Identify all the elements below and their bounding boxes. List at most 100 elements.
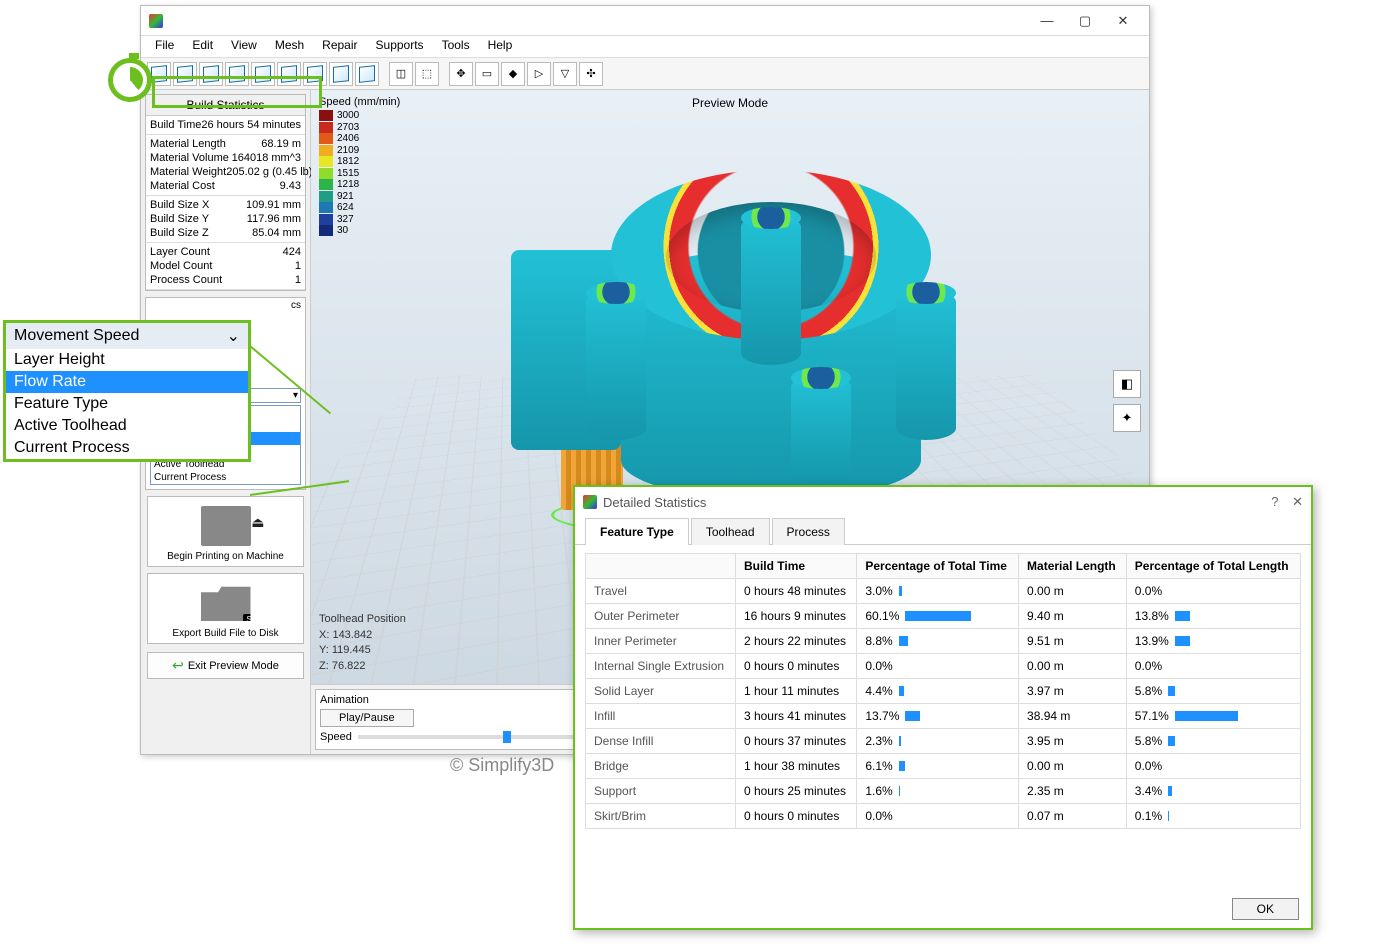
- menu-tools[interactable]: Tools: [434, 36, 478, 57]
- view-mode-button[interactable]: ⬚: [415, 62, 439, 86]
- coloring-option[interactable]: Feature Type: [6, 393, 248, 415]
- view-preset-button[interactable]: [277, 62, 301, 86]
- build-statistics-panel: Build Statistics Build Time26 hours 54 m…: [145, 94, 306, 291]
- legend-entry: 624: [319, 202, 400, 214]
- axes-indicator-icon[interactable]: ✦: [1113, 404, 1141, 432]
- titlebar: — ▢ ✕: [141, 6, 1149, 36]
- stat-build-time-value: 26 hours 54 minutes: [201, 119, 301, 131]
- chevron-down-icon: ▾: [293, 390, 298, 401]
- export-build-file-button[interactable]: SD Export Build File to Disk: [147, 573, 304, 644]
- legend-entry: 2703: [319, 122, 400, 134]
- view-preset-button[interactable]: [173, 62, 197, 86]
- play-pause-button[interactable]: Play/Pause: [320, 709, 414, 727]
- menu-view[interactable]: View: [223, 36, 265, 57]
- table-row: Bridge1 hour 38 minutes6.1%0.00 m0.0%: [586, 754, 1301, 779]
- viewport-widgets: ◧ ✦: [1113, 370, 1141, 432]
- menu-file[interactable]: File: [147, 36, 182, 57]
- view-preset-button[interactable]: [303, 62, 327, 86]
- model-pillar: [586, 290, 646, 440]
- legend-entry: 1515: [319, 168, 400, 180]
- stat-build-time-label: Build Time: [150, 119, 201, 131]
- tab-feature-type[interactable]: Feature Type: [585, 518, 689, 545]
- coloring-option[interactable]: Current Process: [6, 437, 248, 459]
- minimize-button[interactable]: —: [1029, 9, 1065, 33]
- tab-process[interactable]: Process: [772, 518, 845, 545]
- view-preset-button[interactable]: [225, 62, 249, 86]
- menu-mesh[interactable]: Mesh: [267, 36, 312, 57]
- tool-button[interactable]: ✣: [579, 62, 603, 86]
- table-row: Support0 hours 25 minutes1.6%2.35 m3.4%: [586, 779, 1301, 804]
- coloring-panel-label-fragment: cs: [291, 300, 301, 311]
- app-icon: [149, 14, 163, 28]
- tool-button[interactable]: ▭: [475, 62, 499, 86]
- speed-legend: Speed (mm/min) 3000270324062109181215151…: [319, 96, 400, 237]
- toolhead-position: Toolhead Position X: 143.842 Y: 119.445 …: [319, 612, 406, 674]
- tool-button[interactable]: ▷: [527, 62, 551, 86]
- table-row: Dense Infill0 hours 37 minutes2.3%3.95 m…: [586, 729, 1301, 754]
- maximize-button[interactable]: ▢: [1067, 9, 1103, 33]
- view-preset-button[interactable]: [199, 62, 223, 86]
- view-preset-button[interactable]: [329, 62, 353, 86]
- tool-button[interactable]: ◆: [501, 62, 525, 86]
- coloring-option[interactable]: Current Process: [151, 471, 300, 484]
- menu-help[interactable]: Help: [480, 36, 521, 57]
- ok-button[interactable]: OK: [1232, 898, 1299, 920]
- close-button[interactable]: ✕: [1105, 9, 1141, 33]
- model-preview: [491, 160, 971, 540]
- preview-mode-label: Preview Mode: [692, 96, 768, 110]
- legend-entry: 30: [319, 225, 400, 237]
- model-pillar: [896, 290, 956, 440]
- table-row: Infill3 hours 41 minutes13.7%38.94 m57.1…: [586, 704, 1301, 729]
- exit-preview-button[interactable]: ↩ Exit Preview Mode: [147, 652, 304, 679]
- dialog-close-button[interactable]: ✕: [1292, 494, 1303, 509]
- view-preset-button[interactable]: [355, 62, 379, 86]
- coloring-option[interactable]: Active Toolhead: [6, 415, 248, 437]
- coloring-dropdown-callout: Movement Speed ⌄ Layer HeightFlow RateFe…: [3, 320, 251, 462]
- begin-printing-button[interactable]: Begin Printing on Machine: [147, 496, 304, 567]
- slider-thumb[interactable]: [503, 731, 511, 743]
- tool-button[interactable]: ▽: [553, 62, 577, 86]
- legend-entry: 2406: [319, 133, 400, 145]
- build-statistics-title: Build Statistics: [146, 95, 305, 116]
- table-row: Skirt/Brim0 hours 0 minutes0.0%0.07 m0.1…: [586, 804, 1301, 829]
- stopwatch-icon: [108, 58, 158, 108]
- coloring-option[interactable]: Flow Rate: [6, 371, 248, 393]
- coloring-option[interactable]: Layer Height: [6, 349, 248, 371]
- chevron-down-icon: ⌄: [227, 326, 240, 346]
- table-row: Outer Perimeter16 hours 9 minutes60.1%9.…: [586, 604, 1301, 629]
- tab-toolhead[interactable]: Toolhead: [691, 518, 770, 545]
- legend-entry: 1218: [319, 179, 400, 191]
- app-icon: [583, 495, 597, 509]
- model-pillar: [741, 215, 801, 365]
- menu-edit[interactable]: Edit: [184, 36, 221, 57]
- sd-badge: SD: [243, 614, 260, 625]
- feature-type-table: Build TimePercentage of Total TimeMateri…: [585, 553, 1301, 829]
- dialog-tabs: Feature TypeToolheadProcess: [575, 517, 1311, 545]
- legend-entry: 2109: [319, 145, 400, 157]
- view-preset-button[interactable]: [251, 62, 275, 86]
- menu-supports[interactable]: Supports: [368, 36, 432, 57]
- back-arrow-icon: ↩: [172, 657, 184, 674]
- legend-entry: 3000: [319, 110, 400, 122]
- dialog-help-button[interactable]: ?: [1271, 494, 1278, 509]
- menubar: FileEditViewMeshRepairSupportsToolsHelp: [141, 36, 1149, 58]
- legend-entry: 327: [319, 214, 400, 226]
- view-cube-icon[interactable]: ◧: [1113, 370, 1141, 398]
- coloring-dropdown-header[interactable]: Movement Speed ⌄: [6, 323, 248, 349]
- printer-icon: [201, 506, 251, 546]
- detailed-statistics-dialog: Detailed Statistics ? ✕ Feature TypeTool…: [573, 485, 1313, 930]
- tool-button[interactable]: ✥: [449, 62, 473, 86]
- copyright-text: © Simplify3D: [450, 755, 554, 776]
- table-row: Solid Layer1 hour 11 minutes4.4%3.97 m5.…: [586, 679, 1301, 704]
- table-row: Inner Perimeter2 hours 22 minutes8.8%9.5…: [586, 629, 1301, 654]
- menu-repair[interactable]: Repair: [314, 36, 365, 57]
- toolbar: ◫⬚ ✥▭◆▷▽✣: [141, 58, 1149, 90]
- stats-table-container: Build TimePercentage of Total TimeMateri…: [575, 545, 1311, 890]
- dialog-title: Detailed Statistics: [603, 495, 706, 510]
- folder-download-icon: SD: [201, 585, 251, 621]
- legend-entry: 921: [319, 191, 400, 203]
- legend-entry: 1812: [319, 156, 400, 168]
- view-mode-button[interactable]: ◫: [389, 62, 413, 86]
- model-pillar: [791, 375, 851, 485]
- table-row: Travel0 hours 48 minutes3.0%0.00 m0.0%: [586, 579, 1301, 604]
